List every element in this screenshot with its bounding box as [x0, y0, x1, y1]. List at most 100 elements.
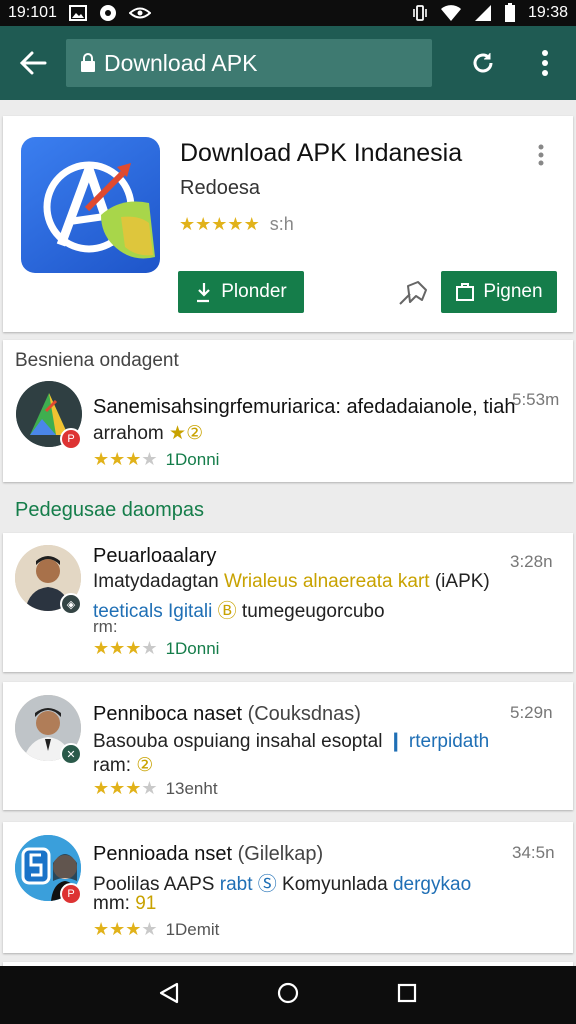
- review-line3: rm:: [93, 617, 118, 636]
- featured-rating-stars: ★★★★: [93, 449, 158, 470]
- review-line1-end: (iAPK): [429, 571, 490, 592]
- review-line1-plain: Basouba ospuiang insahal esoptal: [93, 731, 388, 752]
- reviews-header: Pedegusae daompas: [15, 499, 205, 521]
- more-vert-icon: [542, 50, 548, 76]
- featured-line2: arrahom ★②: [93, 422, 203, 445]
- review-line1: Imatydadagtan Wrialeus alnaereata kart (…: [93, 571, 490, 593]
- url-bar[interactable]: Download APK: [66, 39, 432, 87]
- review-line2-icon: Ⓑ: [217, 601, 237, 622]
- review-line1-highlight: rabt Ⓢ: [219, 874, 277, 895]
- install-button[interactable]: Plonder: [178, 271, 304, 313]
- more-options-button[interactable]: [514, 26, 576, 100]
- reviewer-badge: ◈: [60, 593, 82, 615]
- status-right: 19:38: [412, 3, 568, 23]
- reviewer-name: Pennioada nset (Gilelkap): [93, 843, 323, 866]
- home-nav-icon: [277, 982, 299, 1003]
- review-line2: ram: ②: [93, 754, 153, 777]
- star-filled-icon: ★: [125, 449, 142, 469]
- app-rating: ★★★★★ s:h: [179, 214, 294, 235]
- nav-back-button[interactable]: [159, 982, 179, 1009]
- back-nav-icon: [159, 982, 179, 1003]
- refresh-icon: [473, 53, 493, 73]
- review-count: 1Demit: [165, 919, 220, 939]
- reviewer-badge: P: [60, 883, 82, 905]
- reviewer-name-extra: (Gilelkap): [232, 843, 324, 865]
- review-rating: ★★★★ 1Demit: [93, 919, 219, 940]
- wifi-icon: [440, 4, 462, 22]
- featured-header: Besniena ondagent: [15, 350, 179, 371]
- reviewer-badge: ✕: [60, 743, 82, 765]
- review-line1: Poolilas AAPS rabt Ⓢ Komyunlada dergykao: [93, 869, 471, 896]
- featured-time: 5:53m: [512, 390, 560, 409]
- star-filled-icon: ★: [93, 919, 110, 939]
- review-line1-highlight2: dergykao: [392, 874, 472, 895]
- eye-icon: [128, 6, 151, 20]
- app-title: Download APK Indanesia: [180, 139, 463, 167]
- review-count: 13enht: [165, 778, 218, 798]
- signal-icon: [474, 4, 492, 22]
- star-filled-icon: ★: [125, 919, 142, 939]
- review-line1-highlight: ❙ rterpidath: [387, 731, 490, 752]
- star-filled-icon: ★: [93, 449, 110, 469]
- nav-home-button[interactable]: [277, 982, 299, 1009]
- gallery-icon: [68, 5, 87, 21]
- featured-count: 1Donni: [165, 449, 220, 469]
- back-button[interactable]: [0, 26, 66, 100]
- review-line1-plain: Imatydadagtan: [93, 571, 224, 592]
- star-filled-icon: ★: [195, 214, 212, 234]
- more-vert-icon: [538, 144, 544, 166]
- app-card-more-button[interactable]: [537, 144, 545, 171]
- browser-toolbar: Download APK: [0, 26, 576, 100]
- review-line2-end: tumegeugorcubo: [236, 601, 385, 622]
- review-line1-highlight: Wrialeus alnaereata kart: [223, 571, 430, 592]
- status-time-right: 19:38: [527, 4, 568, 21]
- review-time: 3:28n: [510, 552, 553, 571]
- star-filled-icon: ★: [109, 778, 126, 798]
- nav-recents-button[interactable]: [397, 983, 417, 1008]
- open-button[interactable]: Pignen: [441, 271, 557, 313]
- star-filled-icon: ★: [125, 778, 142, 798]
- review-rating-stars: ★★★★: [93, 778, 158, 799]
- review-line2: mm: 91: [93, 893, 156, 915]
- system-nav-bar: [0, 966, 576, 1024]
- featured-line2-text: arrahom: [93, 423, 164, 444]
- star-empty-icon: ★: [141, 778, 158, 798]
- app-icon: [21, 137, 160, 273]
- vibrate-icon: [412, 4, 428, 22]
- featured-line2-icon: ★②: [169, 423, 204, 444]
- star-filled-icon: ★: [109, 919, 126, 939]
- star-filled-icon: ★: [109, 449, 126, 469]
- app-rating-stars: ★★★★★: [179, 214, 260, 235]
- pin-button[interactable]: [396, 278, 430, 313]
- app-developer: Redoesa: [180, 177, 261, 199]
- back-arrow-icon: [19, 51, 47, 75]
- star-filled-icon: ★: [211, 214, 228, 234]
- open-icon: [456, 283, 475, 301]
- battery-icon: [504, 3, 516, 23]
- star-filled-icon: ★: [93, 778, 110, 798]
- star-filled-icon: ★: [93, 638, 110, 658]
- review-rating: ★★★★ 13enht: [93, 778, 218, 799]
- url-text: Download APK: [104, 49, 258, 76]
- star-empty-icon: ★: [141, 919, 158, 939]
- reviewer-name: Penniboca naset (Couksdnas): [93, 703, 361, 726]
- settings-circle-icon: [99, 4, 117, 22]
- review-rating-stars: ★★★★: [93, 638, 158, 659]
- featured-avatar-badge: P: [60, 428, 82, 450]
- pin-icon: [399, 281, 427, 305]
- review-line1: Basouba ospuiang insahal esoptal ❙ rterp…: [93, 730, 489, 753]
- reviewer-name: Peuarloaalary: [93, 545, 217, 567]
- star-empty-icon: ★: [141, 449, 158, 469]
- open-button-label: Pignen: [483, 281, 543, 302]
- review-line2-icon: ②: [136, 755, 154, 776]
- review-count: 1Donni: [165, 638, 220, 658]
- star-filled-icon: ★: [179, 214, 196, 234]
- status-bar: 19:101 19:38: [0, 0, 576, 26]
- refresh-button[interactable]: [452, 26, 514, 100]
- review-line2: teeticals Igitali Ⓑ tumegeugorcubo: [93, 596, 385, 623]
- reviewer-name-extra: (Couksdnas): [242, 703, 361, 725]
- review-line2-text: ram:: [93, 755, 137, 776]
- featured-name: Sanemisahsingrfemuriarica: afedadaianole…: [93, 396, 516, 418]
- recents-nav-icon: [397, 983, 417, 1002]
- star-filled-icon: ★: [243, 214, 260, 234]
